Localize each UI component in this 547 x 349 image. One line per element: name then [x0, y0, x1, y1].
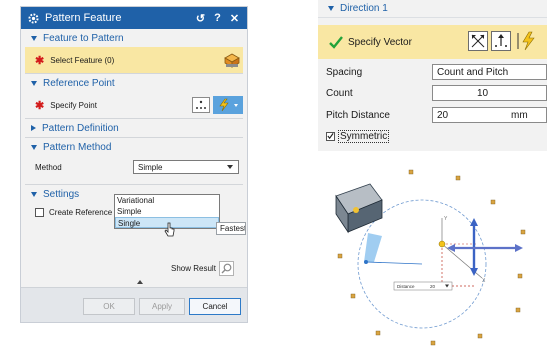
count-label: Count	[326, 87, 353, 99]
pitch-distance-input[interactable]: 20 mm	[432, 107, 547, 123]
reference-point-marker	[364, 260, 368, 264]
gear-icon	[28, 12, 39, 24]
method-label: Method	[35, 162, 62, 172]
specify-point-label: Specify Point	[50, 100, 97, 110]
direction-arrows-icon[interactable]	[447, 218, 523, 276]
select-feature-label: Select Feature (0)	[50, 55, 115, 65]
point-dots-icon	[196, 100, 206, 109]
apply-button[interactable]: Apply	[139, 298, 185, 315]
section-label: Reference Point	[43, 77, 115, 89]
spacing-select[interactable]: Count and Pitch	[432, 64, 547, 80]
reset-button[interactable]: ↺	[194, 12, 207, 25]
symmetric-label: Symmetric	[338, 129, 390, 143]
chevron-down-icon	[227, 165, 233, 169]
direction-header-label: Direction 1	[340, 3, 388, 14]
show-result: Show Result	[171, 261, 234, 276]
button-bar: OK Apply Cancel	[21, 287, 247, 322]
collapse-icon	[31, 144, 37, 150]
dialog-title: Pattern Feature	[45, 12, 122, 24]
collapse-icon	[328, 6, 334, 11]
check-icon	[327, 133, 334, 140]
close-button[interactable]: ✕	[228, 12, 241, 25]
vector-arrow-icon	[495, 34, 507, 47]
feature-select-icon[interactable]	[221, 50, 243, 70]
pattern-method-header[interactable]: Pattern Method	[21, 138, 247, 156]
point-dialog-icon[interactable]	[192, 97, 210, 113]
expand-icon	[31, 125, 36, 131]
mouse-pointer-icon	[164, 222, 175, 237]
collapse-icon	[31, 35, 37, 41]
angle-band	[364, 233, 382, 262]
feature-cube-icon	[224, 53, 240, 68]
show-result-button[interactable]	[218, 261, 234, 276]
ok-button[interactable]: OK	[83, 298, 135, 315]
cross-arrows-icon	[471, 34, 485, 48]
y-axis-label: Y	[444, 216, 448, 222]
help-button[interactable]: ?	[211, 12, 224, 24]
coordinate-triad: Y X	[438, 216, 486, 284]
method-option-simple[interactable]: Simple	[115, 206, 219, 217]
guide-lines	[441, 244, 476, 287]
collapse-buttons-arrow-icon[interactable]	[137, 280, 143, 284]
lightning-icon	[219, 98, 238, 112]
option-tooltip: Fastest	[216, 222, 246, 235]
section-label: Pattern Method	[43, 141, 112, 153]
select-feature-row[interactable]: ✱ Select Feature (0)	[25, 47, 243, 73]
count-input[interactable]: 10	[432, 85, 547, 101]
checkmark-icon	[329, 36, 343, 49]
pattern-definition-header[interactable]: Pattern Definition	[21, 119, 247, 137]
pattern-feature-dialog: Pattern Feature ↺ ? ✕ Feature to Pattern…	[20, 6, 248, 323]
collapse-icon	[31, 191, 37, 197]
spacing-label: Spacing	[326, 66, 363, 78]
symmetric-row[interactable]: Symmetric	[326, 128, 390, 144]
dialog-titlebar: Pattern Feature ↺ ? ✕	[21, 7, 247, 29]
reference-line	[365, 261, 423, 265]
pitch-distance-label: Pitch Distance	[326, 109, 390, 121]
vector-dialog-icon[interactable]	[491, 31, 511, 51]
section-label: Settings	[43, 188, 80, 200]
pitch-distance-unit: mm	[511, 109, 528, 121]
specify-vector-label: Specify Vector	[348, 36, 412, 48]
method-selected-value: Simple	[138, 162, 163, 172]
lightning-vector-icon	[517, 31, 535, 51]
direction-1-header[interactable]: Direction 1	[318, 0, 547, 18]
required-star-icon: ✱	[35, 99, 45, 112]
cancel-button[interactable]: Cancel	[189, 298, 241, 315]
method-option-variational[interactable]: Variational	[115, 195, 219, 206]
method-row: Method Simple	[21, 156, 247, 178]
required-star-icon: ✱	[35, 54, 45, 67]
x-axis-label: X	[482, 278, 486, 284]
reference-point-header[interactable]: Reference Point	[21, 74, 247, 92]
method-select[interactable]: Simple	[133, 160, 239, 174]
source-feature-block[interactable]	[335, 183, 383, 234]
distance-input-label: Distance	[397, 284, 415, 289]
collapse-icon	[31, 80, 37, 86]
show-result-label: Show Result	[171, 264, 216, 273]
inferred-point-icon[interactable]	[213, 96, 243, 114]
direction-panel: Direction 1 Specify Vector Spacing Count…	[318, 0, 547, 151]
reverse-direction-icon[interactable]	[468, 31, 488, 51]
specify-vector-row[interactable]: Specify Vector	[318, 25, 547, 59]
create-reference-patterns-checkbox[interactable]	[35, 207, 44, 217]
feature-to-pattern-header[interactable]: Feature to Pattern	[21, 29, 247, 47]
distance-onscreen-input[interactable]: Distance 20	[393, 281, 453, 291]
symmetric-checkbox[interactable]	[326, 131, 335, 141]
inferred-vector-icon[interactable]	[514, 31, 544, 51]
magnifier-icon	[221, 263, 232, 274]
distance-input-value: 20	[430, 284, 436, 289]
section-label: Pattern Definition	[42, 122, 119, 134]
graphics-viewport[interactable]: Y X Distance 20	[318, 158, 547, 349]
pitch-distance-value: 20	[437, 109, 449, 121]
section-label: Feature to Pattern	[43, 32, 124, 44]
specify-point-row[interactable]: ✱ Specify Point	[21, 92, 247, 118]
